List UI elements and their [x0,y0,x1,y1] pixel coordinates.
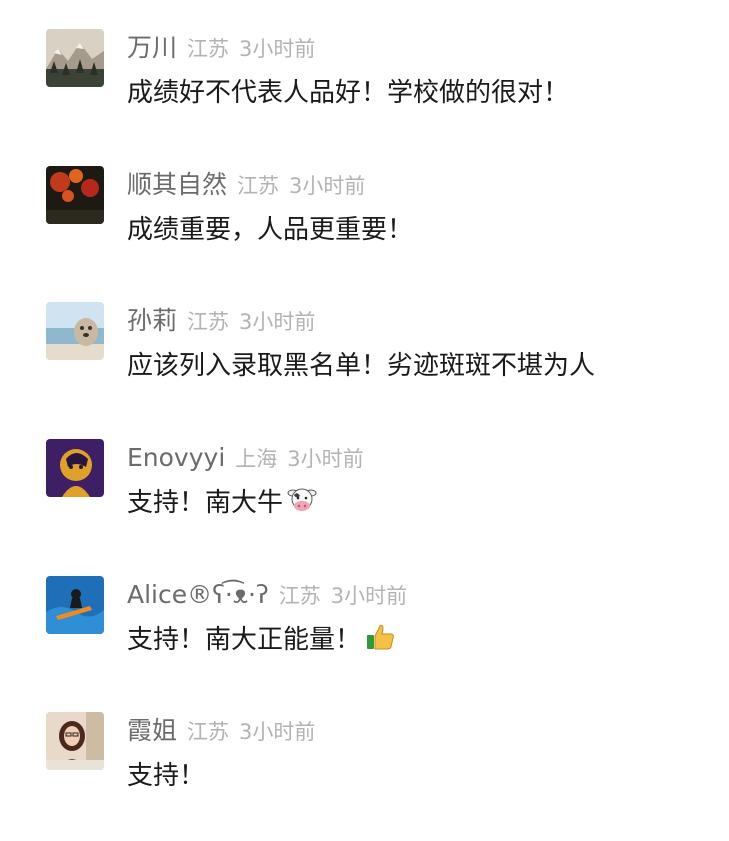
comment-location: 江苏 [187,37,230,61]
comment-item: 顺其自然 江苏 3小时前 成绩重要，人品更重要！ [46,166,696,266]
comment-text-content: 支持！南大牛 [127,488,284,518]
comment-item: Alice®ʕ·͡ᴥ·ʔ 江苏 3小时前 支持！南大正能量！ [46,576,696,676]
comment-text: 支持！南大正能量！ [127,622,395,658]
comment-text: 应该列入录取黑名单！劣迹斑斑不堪为人 [127,348,595,384]
comment-text-content: 应该列入录取黑名单！劣迹斑斑不堪为人 [127,351,596,381]
thumbs-up-icon [365,622,395,652]
comment-time: 3小时前 [239,37,316,61]
comment-text: 支持！南大牛 [127,485,317,521]
comment-item: Enovyyi 上海 3小时前 支持！南大牛 [46,439,696,539]
comment-text-content: 成绩重要，人品更重要！ [127,215,414,245]
commenter-name[interactable]: 霞姐 [127,716,177,745]
comment-text-content: 支持！ [127,761,206,791]
comment-time: 3小时前 [289,174,366,198]
comment-location: 江苏 [187,310,230,334]
comment-time: 3小时前 [239,310,316,334]
commenter-name[interactable]: Enovyyi [127,443,225,472]
comment-item: 孙莉 江苏 3小时前 应该列入录取黑名单！劣迹斑斑不堪为人 [46,302,696,402]
comment-time: 3小时前 [239,720,316,744]
red-maple-leaves-avatar[interactable] [46,166,104,224]
mountain-forest-avatar[interactable] [46,29,104,87]
comment-location: 江苏 [187,720,230,744]
comment-text-content: 成绩好不代表人品好！学校做的很对！ [127,78,570,108]
commenter-name[interactable]: Alice®ʕ·͡ᴥ·ʔ [127,580,269,609]
cow-face-icon [287,485,317,515]
comment-location: 上海 [235,447,278,471]
purple-portrait-avatar[interactable] [46,439,104,497]
comment-location: 江苏 [278,584,321,608]
comment-text-content: 支持！南大正能量！ [127,625,362,655]
comment-item: 万川 江苏 3小时前 成绩好不代表人品好！学校做的很对！ [46,29,696,129]
woman-at-desk-avatar[interactable] [46,712,104,770]
commenter-name[interactable]: 顺其自然 [127,170,227,199]
comment-time: 3小时前 [287,447,364,471]
blue-surfer-avatar[interactable] [46,576,104,634]
comment-item: 霞姐 江苏 3小时前 支持！ [46,712,696,812]
seaside-dog-avatar[interactable] [46,302,104,360]
comment-text: 成绩重要，人品更重要！ [127,212,413,248]
comment-text: 成绩好不代表人品好！学校做的很对！ [127,75,569,111]
comment-location: 江苏 [237,174,280,198]
commenter-name[interactable]: 万川 [127,33,177,62]
comment-text: 支持！ [127,758,205,794]
comment-time: 3小时前 [330,584,408,608]
commenter-name[interactable]: 孙莉 [127,306,177,335]
